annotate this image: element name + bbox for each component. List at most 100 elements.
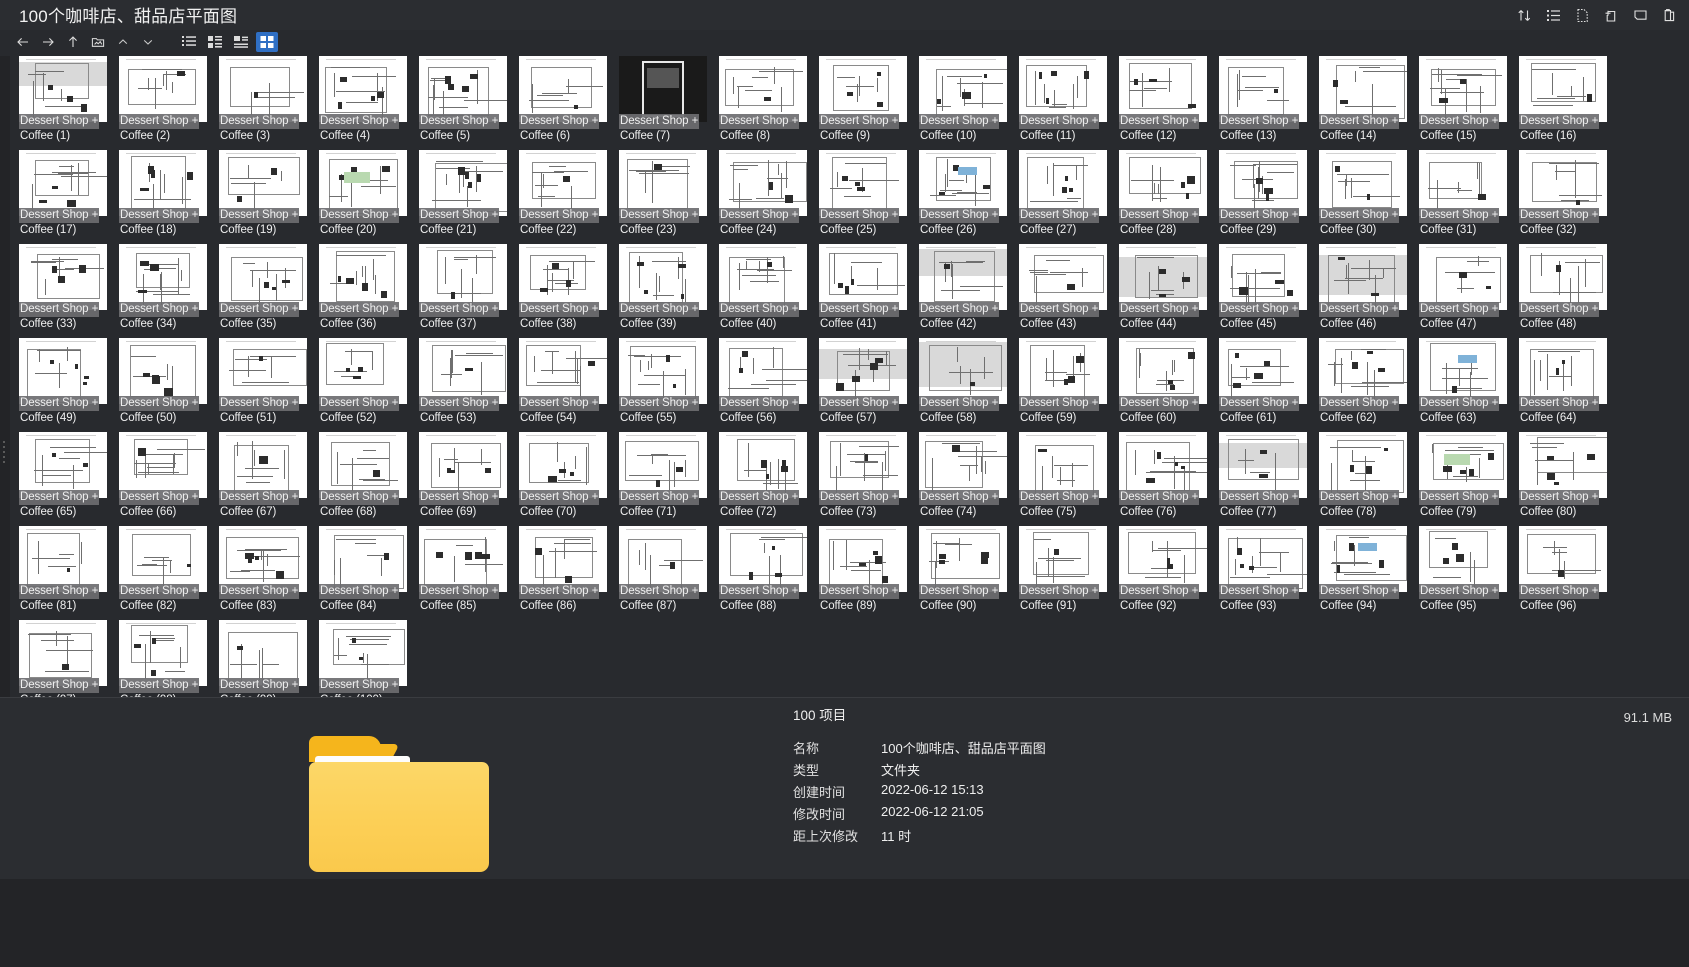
grid-item[interactable]: Dessert Shop + Coffee (50) xyxy=(118,338,218,432)
grid-item[interactable]: Dessert Shop + Coffee (65) xyxy=(18,432,118,526)
add-panel-icon[interactable] xyxy=(1598,2,1625,29)
grid-item[interactable]: Dessert Shop + Coffee (82) xyxy=(118,526,218,620)
grid-item[interactable]: Dessert Shop + Coffee (39) xyxy=(618,244,718,338)
grid-item[interactable]: Dessert Shop + Coffee (91) xyxy=(1018,526,1118,620)
grid-item[interactable]: Dessert Shop + Coffee (3) xyxy=(218,56,318,150)
grid-item[interactable]: Dessert Shop + Coffee (44) xyxy=(1118,244,1218,338)
grid-item[interactable]: Dessert Shop + Coffee (71) xyxy=(618,432,718,526)
grid-item[interactable]: Dessert Shop + Coffee (64) xyxy=(1518,338,1618,432)
grid-item[interactable]: Dessert Shop + Coffee (95) xyxy=(1418,526,1518,620)
grid-item[interactable]: Dessert Shop + Coffee (31) xyxy=(1418,150,1518,244)
grid-item[interactable]: Dessert Shop + Coffee (53) xyxy=(418,338,518,432)
grid-item[interactable]: Dessert Shop + Coffee (5) xyxy=(418,56,518,150)
grid-item[interactable]: Dessert Shop + Coffee (12) xyxy=(1118,56,1218,150)
grid-item[interactable]: Dessert Shop + Coffee (73) xyxy=(818,432,918,526)
grid-item[interactable]: Dessert Shop + Coffee (51) xyxy=(218,338,318,432)
grid-item[interactable]: Dessert Shop + Coffee (23) xyxy=(618,150,718,244)
grid-item[interactable]: Dessert Shop + Coffee (43) xyxy=(1018,244,1118,338)
view-tiles[interactable] xyxy=(204,32,226,52)
grid-item[interactable]: Dessert Shop + Coffee (21) xyxy=(418,150,518,244)
grid-item[interactable]: Dessert Shop + Coffee (60) xyxy=(1118,338,1218,432)
grid-item[interactable]: Dessert Shop + Coffee (83) xyxy=(218,526,318,620)
grid-item[interactable]: Dessert Shop + Coffee (33) xyxy=(18,244,118,338)
grid-item[interactable]: Dessert Shop + Coffee (67) xyxy=(218,432,318,526)
copy-icon[interactable] xyxy=(1656,2,1683,29)
grid-item[interactable]: Dessert Shop + Coffee (96) xyxy=(1518,526,1618,620)
grid-item[interactable]: Dessert Shop + Coffee (37) xyxy=(418,244,518,338)
grid-item[interactable]: Dessert Shop + Coffee (7) xyxy=(618,56,718,150)
grid-item[interactable]: Dessert Shop + Coffee (11) xyxy=(1018,56,1118,150)
expand-chevron-icon[interactable] xyxy=(137,31,159,53)
grid-item[interactable]: Dessert Shop + Coffee (70) xyxy=(518,432,618,526)
grid-item[interactable]: Dessert Shop + Coffee (27) xyxy=(1018,150,1118,244)
grid-item[interactable]: Dessert Shop + Coffee (77) xyxy=(1218,432,1318,526)
grid-item[interactable]: Dessert Shop + Coffee (19) xyxy=(218,150,318,244)
grid-item[interactable]: Dessert Shop + Coffee (85) xyxy=(418,526,518,620)
grid-item[interactable]: Dessert Shop + Coffee (59) xyxy=(1018,338,1118,432)
grid-item[interactable]: Dessert Shop + Coffee (2) xyxy=(118,56,218,150)
grid-item[interactable]: Dessert Shop + Coffee (62) xyxy=(1318,338,1418,432)
grid-item[interactable]: Dessert Shop + Coffee (68) xyxy=(318,432,418,526)
grid-item[interactable]: Dessert Shop + Coffee (35) xyxy=(218,244,318,338)
grid-item[interactable]: Dessert Shop + Coffee (86) xyxy=(518,526,618,620)
grid-item[interactable]: Dessert Shop + Coffee (10) xyxy=(918,56,1018,150)
grid-item[interactable]: Dessert Shop + Coffee (32) xyxy=(1518,150,1618,244)
grid-item[interactable]: Dessert Shop + Coffee (42) xyxy=(918,244,1018,338)
grid-item[interactable]: Dessert Shop + Coffee (8) xyxy=(718,56,818,150)
grid-item[interactable]: Dessert Shop + Coffee (80) xyxy=(1518,432,1618,526)
grid-item[interactable]: Dessert Shop + Coffee (49) xyxy=(18,338,118,432)
grid-item[interactable]: Dessert Shop + Coffee (40) xyxy=(718,244,818,338)
grid-item[interactable]: Dessert Shop + Coffee (9) xyxy=(818,56,918,150)
grid-item[interactable]: Dessert Shop + Coffee (69) xyxy=(418,432,518,526)
grid-item[interactable]: Dessert Shop + Coffee (17) xyxy=(18,150,118,244)
grid-item[interactable]: Dessert Shop + Coffee (28) xyxy=(1118,150,1218,244)
pane-resize-handle[interactable] xyxy=(0,56,10,697)
collapse-chevron-icon[interactable] xyxy=(112,31,134,53)
grid-item[interactable]: Dessert Shop + Coffee (84) xyxy=(318,526,418,620)
grid-item[interactable]: Dessert Shop + Coffee (15) xyxy=(1418,56,1518,150)
preview-pane-icon[interactable] xyxy=(1627,2,1654,29)
grid-item[interactable]: Dessert Shop + Coffee (18) xyxy=(118,150,218,244)
grid-item[interactable]: Dessert Shop + Coffee (58) xyxy=(918,338,1018,432)
grid-item[interactable]: Dessert Shop + Coffee (79) xyxy=(1418,432,1518,526)
grid-item[interactable]: Dessert Shop + Coffee (93) xyxy=(1218,526,1318,620)
grid-item[interactable]: Dessert Shop + Coffee (94) xyxy=(1318,526,1418,620)
grid-item[interactable]: Dessert Shop + Coffee (88) xyxy=(718,526,818,620)
grid-item[interactable]: Dessert Shop + Coffee (48) xyxy=(1518,244,1618,338)
grid-item[interactable]: Dessert Shop + Coffee (22) xyxy=(518,150,618,244)
grid-item[interactable]: Dessert Shop + Coffee (54) xyxy=(518,338,618,432)
grid-item[interactable]: Dessert Shop +Coffee (97) xyxy=(18,620,118,697)
new-file-icon[interactable] xyxy=(1569,2,1596,29)
grid-item[interactable]: Dessert Shop + Coffee (78) xyxy=(1318,432,1418,526)
view-list[interactable] xyxy=(178,32,200,52)
grid-item[interactable]: Dessert Shop + Coffee (89) xyxy=(818,526,918,620)
grid-item[interactable]: Dessert Shop + Coffee (16) xyxy=(1518,56,1618,150)
grid-item[interactable]: Dessert Shop + Coffee (24) xyxy=(718,150,818,244)
grid-item[interactable]: Dessert Shop + Coffee (57) xyxy=(818,338,918,432)
grid-item[interactable]: Dessert Shop + Coffee (63) xyxy=(1418,338,1518,432)
grid-item[interactable]: Dessert Shop + Coffee (13) xyxy=(1218,56,1318,150)
grid-item[interactable]: Dessert Shop + Coffee (34) xyxy=(118,244,218,338)
grid-item[interactable]: Dessert Shop + Coffee (81) xyxy=(18,526,118,620)
grid-item[interactable]: Dessert Shop + Coffee (47) xyxy=(1418,244,1518,338)
grid-item[interactable]: Dessert Shop + Coffee (1) xyxy=(18,56,118,150)
grid-item[interactable]: Dessert Shop + Coffee (56) xyxy=(718,338,818,432)
grid-item[interactable]: Dessert Shop +Coffee (98) xyxy=(118,620,218,697)
grid-item[interactable]: Dessert Shop + Coffee (29) xyxy=(1218,150,1318,244)
grid-item[interactable]: Dessert Shop + Coffee (25) xyxy=(818,150,918,244)
grid-item[interactable]: Dessert Shop + Coffee (38) xyxy=(518,244,618,338)
back-button[interactable] xyxy=(12,31,34,53)
grid-item[interactable]: Dessert Shop + Coffee (46) xyxy=(1318,244,1418,338)
grid-item[interactable]: Dessert Shop + Coffee (4) xyxy=(318,56,418,150)
grid-item[interactable]: Dessert Shop + Coffee (74) xyxy=(918,432,1018,526)
grid-item[interactable]: Dessert Shop + Coffee (75) xyxy=(1018,432,1118,526)
grid-item[interactable]: Dessert Shop + Coffee (72) xyxy=(718,432,818,526)
grid-item[interactable]: Dessert Shop + Coffee (66) xyxy=(118,432,218,526)
up-button[interactable] xyxy=(62,31,84,53)
sort-icon[interactable] xyxy=(1511,2,1538,29)
grid-item[interactable]: Dessert Shop + Coffee (20) xyxy=(318,150,418,244)
grid-item[interactable]: Dessert Shop + Coffee (36) xyxy=(318,244,418,338)
grid-item[interactable]: Dessert Shop + Coffee (41) xyxy=(818,244,918,338)
grid-item[interactable]: Dessert Shop + Coffee (14) xyxy=(1318,56,1418,150)
grid-item[interactable]: Dessert Shop + Coffee (30) xyxy=(1318,150,1418,244)
